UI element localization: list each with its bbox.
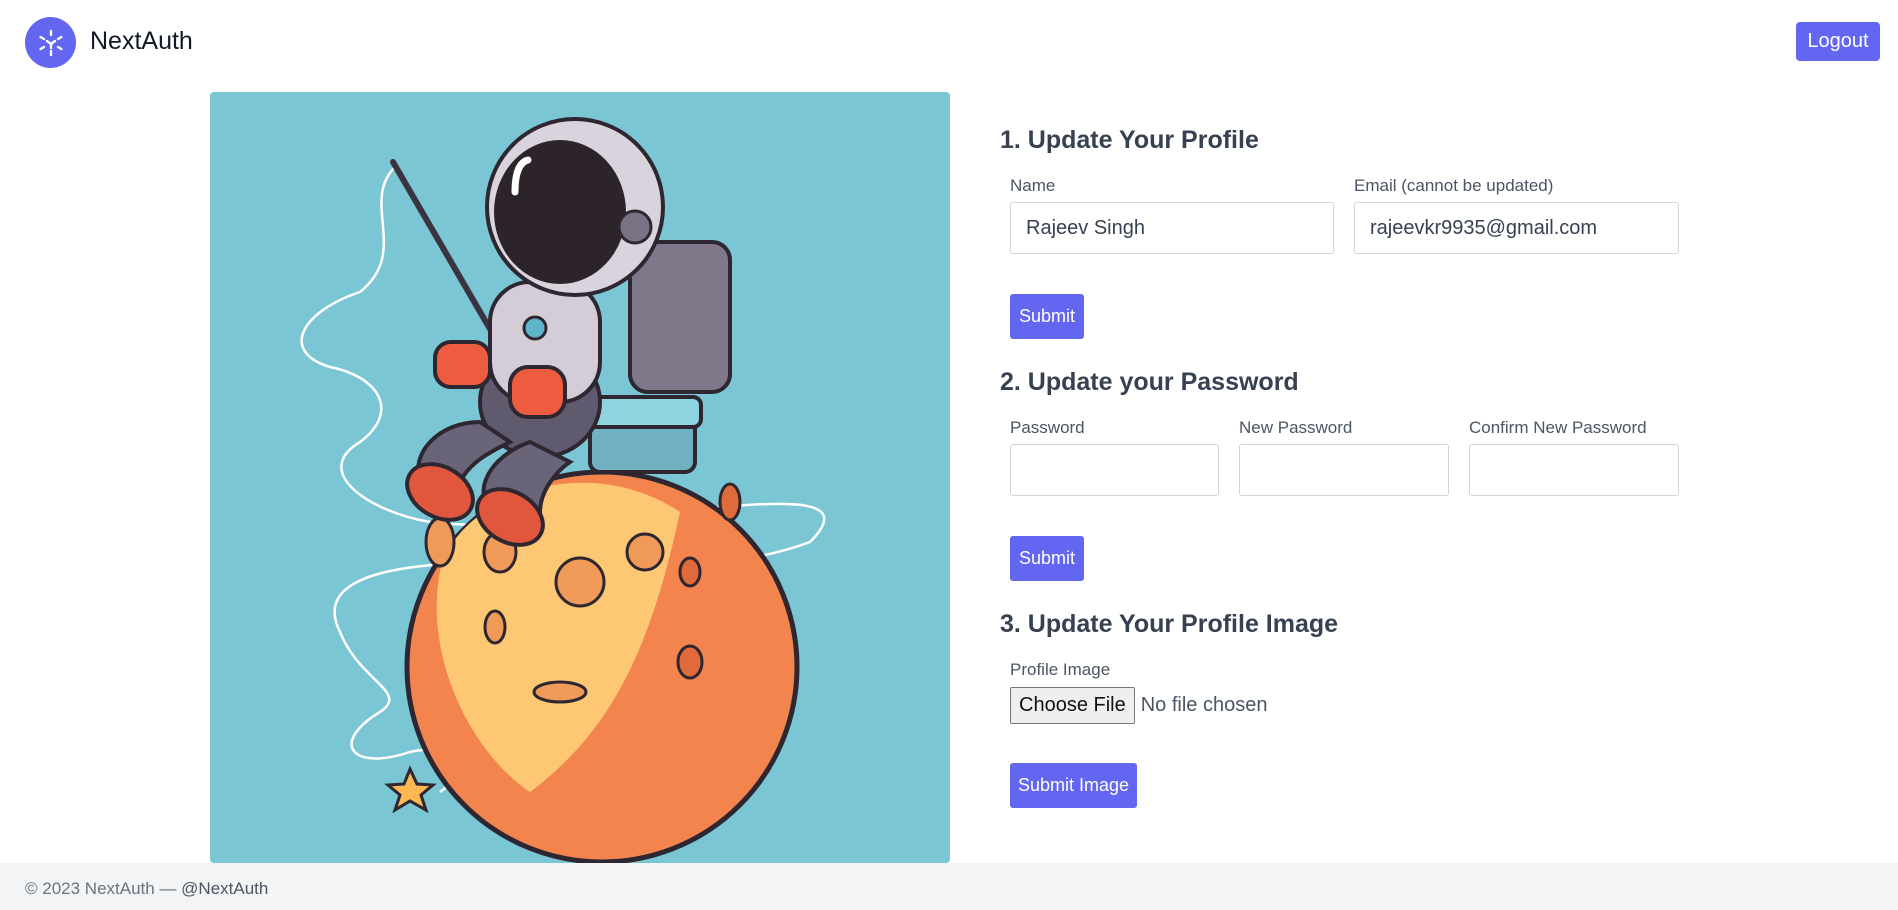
profile-image-label: Profile Image [1010, 660, 1111, 679]
password-input[interactable] [1010, 444, 1219, 496]
profile-section-title: 1. Update Your Profile [1000, 126, 1259, 154]
email-label: Email (cannot be updated) [1354, 176, 1554, 195]
new-password-input[interactable] [1239, 444, 1449, 496]
new-password-label: New Password [1239, 418, 1353, 437]
profile-image-file-input[interactable]: Choose File No file chosen [1010, 687, 1267, 724]
confirm-password-label: Confirm New Password [1469, 418, 1647, 437]
choose-file-button[interactable]: Choose File [1010, 687, 1135, 724]
footer-text: © 2023 NextAuth — @NextAuth [25, 879, 268, 899]
footer: © 2023 NextAuth — @NextAuth [0, 863, 1898, 910]
footer-copyright: © 2023 NextAuth — [25, 879, 182, 898]
submit-image-button[interactable]: Submit Image [1010, 763, 1137, 808]
profile-submit-button[interactable]: Submit [1010, 294, 1084, 339]
name-input[interactable] [1010, 202, 1334, 254]
password-label: Password [1010, 418, 1085, 437]
confirm-password-input[interactable] [1469, 444, 1679, 496]
footer-handle-link[interactable]: @NextAuth [181, 879, 268, 898]
top-navbar: NextAuth Logout [0, 0, 1898, 86]
email-input[interactable] [1354, 202, 1679, 254]
name-label: Name [1010, 176, 1056, 195]
password-submit-button[interactable]: Submit [1010, 536, 1084, 581]
image-section-title: 3. Update Your Profile Image [1000, 610, 1339, 638]
logout-button[interactable]: Logout [1796, 22, 1880, 61]
nextauth-logo-icon[interactable] [25, 17, 76, 68]
password-section-title: 2. Update your Password [1000, 368, 1299, 396]
brand-name[interactable]: NextAuth [90, 27, 193, 56]
astronaut-on-moon-image [300, 117, 826, 863]
file-status-text: No file chosen [1140, 694, 1268, 716]
hero-illustration [210, 92, 950, 863]
